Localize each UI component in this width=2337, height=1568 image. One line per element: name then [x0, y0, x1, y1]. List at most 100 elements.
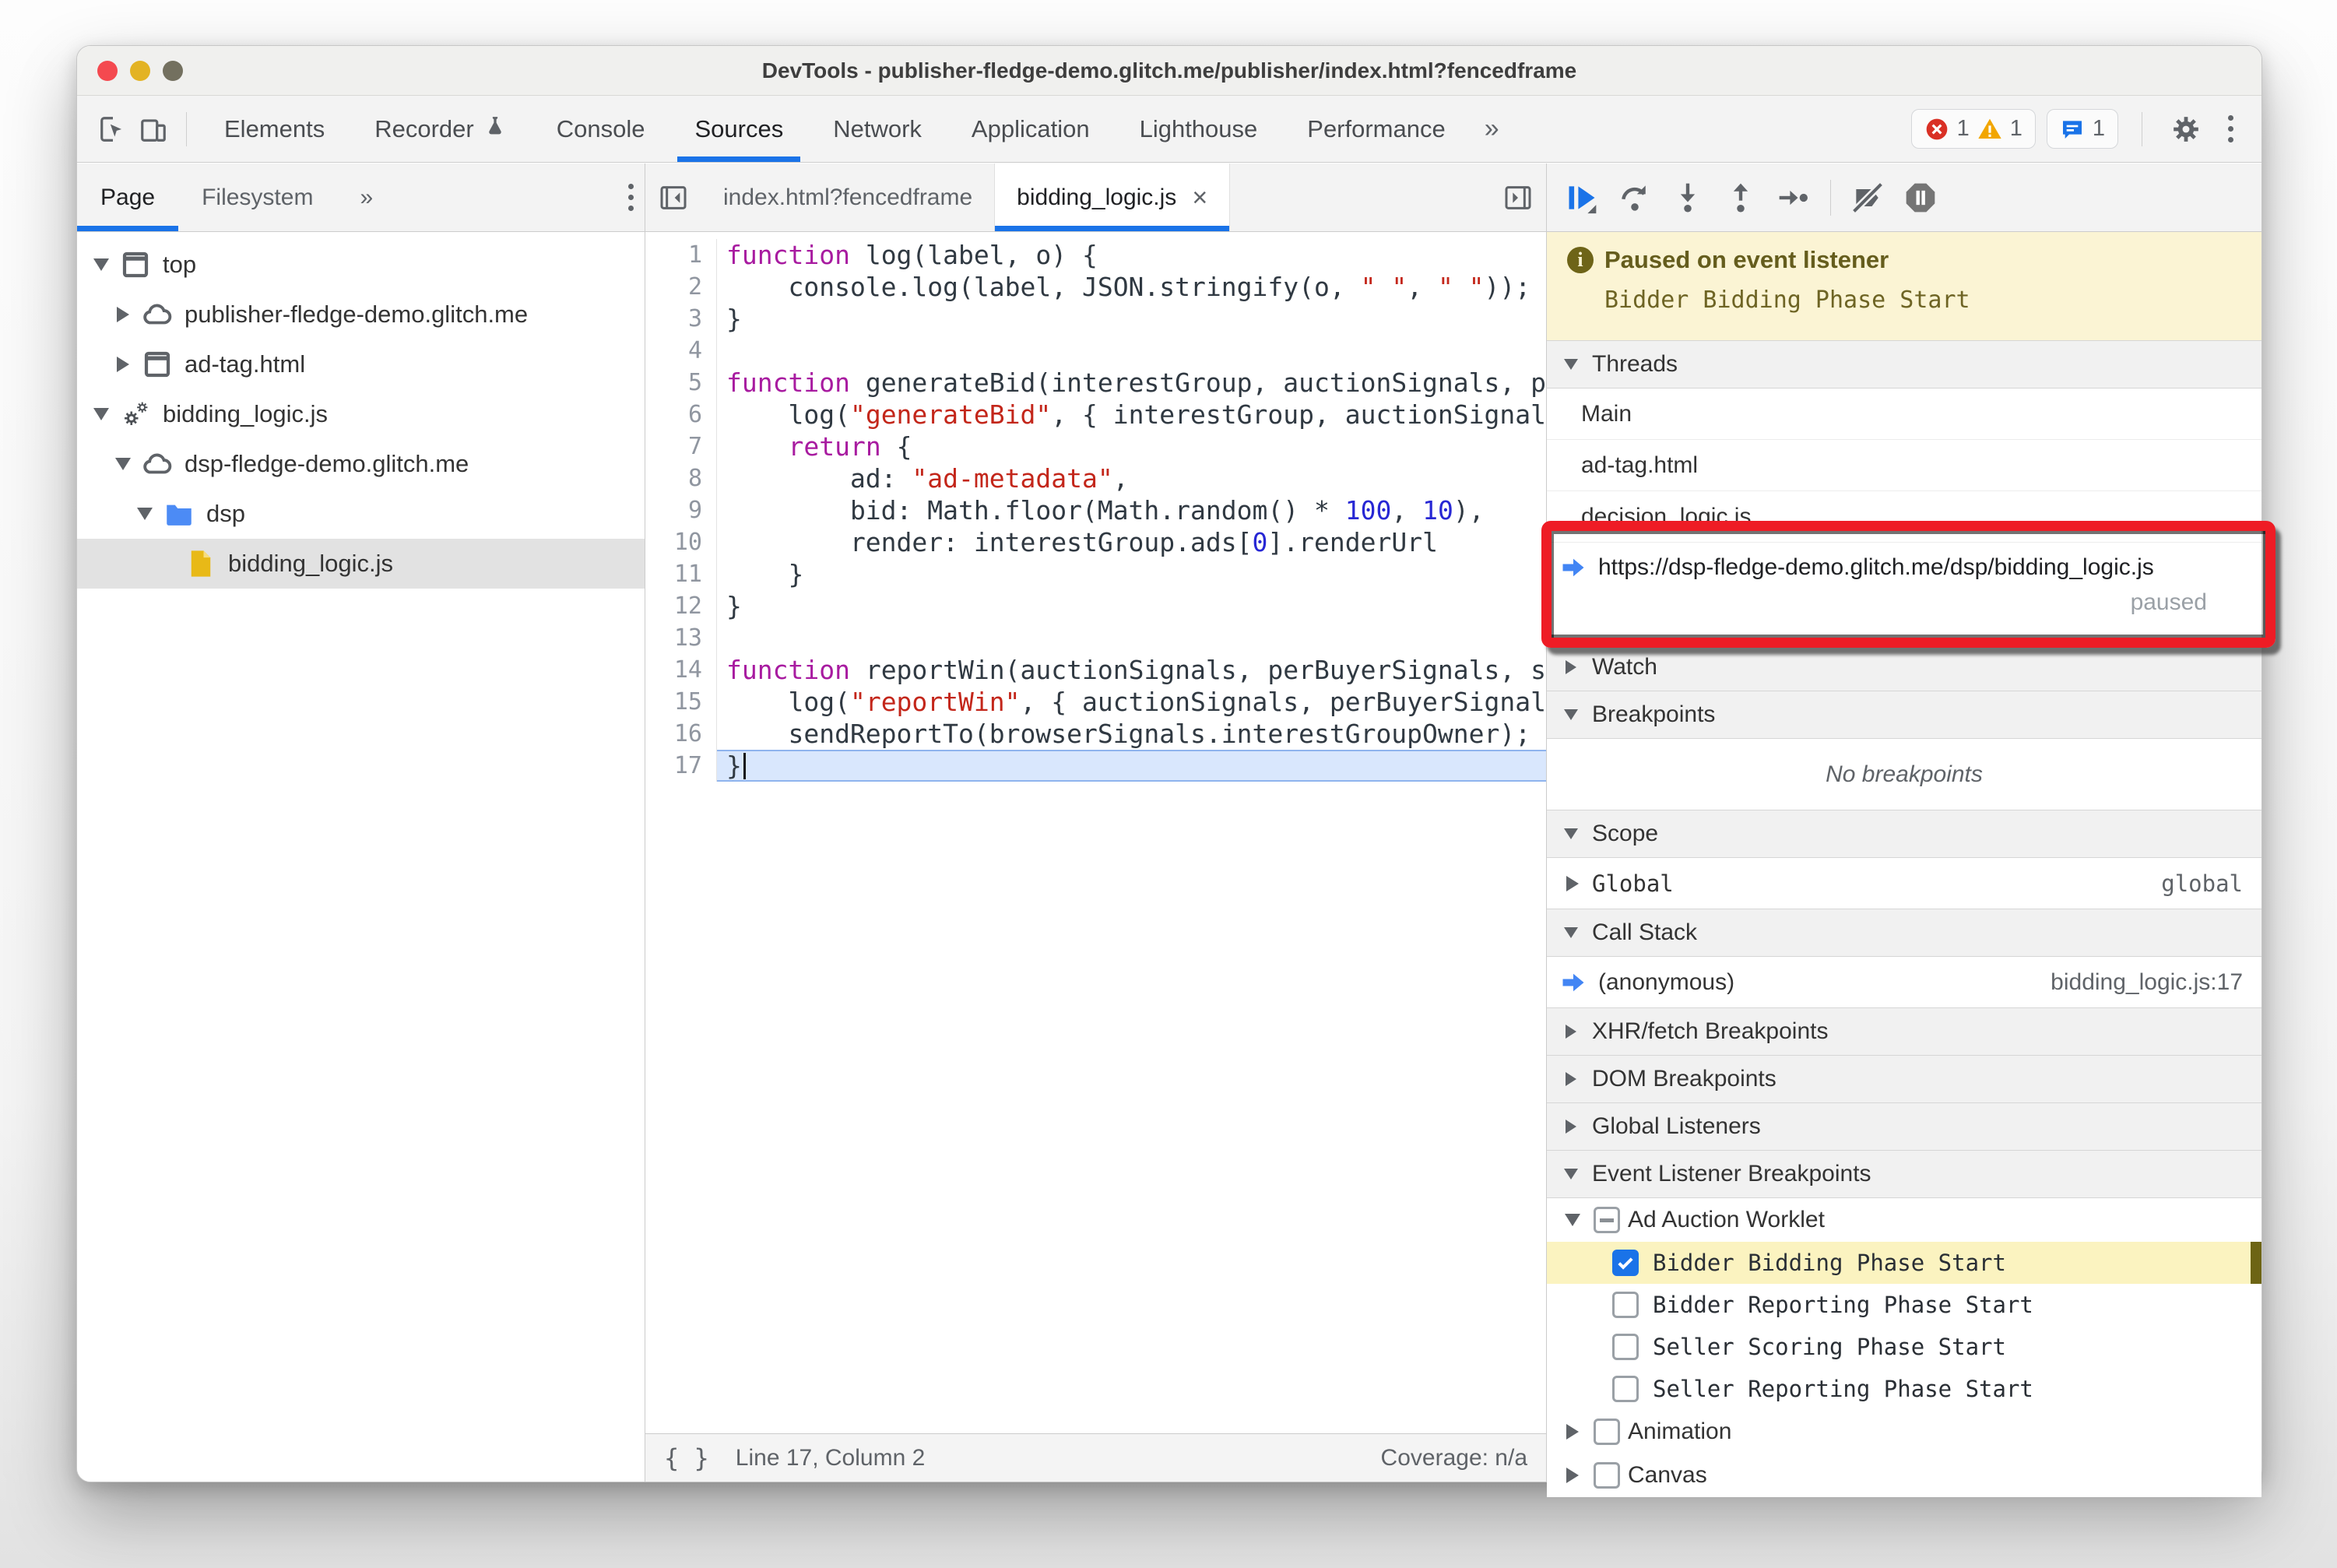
section-watch[interactable]: Watch — [1547, 643, 2261, 691]
section-call-stack[interactable]: Call Stack — [1547, 909, 2261, 957]
tree-item-bidding-logic-js[interactable]: bidding_logic.js — [77, 389, 645, 439]
section-threads[interactable]: Threads — [1547, 340, 2261, 388]
code-line-15[interactable]: 15 log("reportWin", { auctionSignals, pe… — [645, 686, 1546, 718]
editor-tab-index-html-fencedframe[interactable]: index.html?fencedframe — [701, 163, 996, 231]
elb-item-seller-reporting-phase-start[interactable]: Seller Reporting Phase Start — [1547, 1368, 2261, 1410]
code-line-16[interactable]: 16 sendReportTo(browserSignals.interestG… — [645, 718, 1546, 750]
show-debugger-icon[interactable] — [1496, 176, 1540, 220]
disclosure-triangle-icon[interactable] — [110, 357, 136, 372]
code-line-6[interactable]: 6 log("generateBid", { interestGroup, au… — [645, 399, 1546, 431]
minimize-window-button[interactable] — [130, 60, 150, 81]
disclosure-triangle-icon[interactable] — [88, 258, 114, 271]
tree-item-top[interactable]: top — [77, 240, 645, 290]
line-number[interactable]: 15 — [645, 686, 717, 718]
elb-group-ad-auction-worklet[interactable]: Ad Auction Worklet — [1547, 1198, 2261, 1242]
resume-script-icon[interactable] — [1558, 174, 1606, 222]
code-line-2[interactable]: 2 console.log(label, JSON.stringify(o, "… — [645, 271, 1546, 303]
disclosure-triangle-icon[interactable] — [1559, 1424, 1586, 1440]
code-line-7[interactable]: 7 return { — [645, 431, 1546, 462]
settings-gear-icon[interactable] — [2166, 109, 2206, 149]
code-line-17[interactable]: 17} — [645, 750, 1546, 782]
pause-on-exceptions-icon[interactable] — [1896, 174, 1945, 222]
main-tab-lighthouse[interactable]: Lighthouse — [1115, 96, 1283, 162]
checkbox-unchecked[interactable] — [1612, 1376, 1639, 1402]
navigator-menu-icon[interactable] — [617, 184, 645, 211]
section-event-listener-breakpoints[interactable]: Event Listener Breakpoints — [1547, 1150, 2261, 1198]
step-icon[interactable] — [1769, 174, 1818, 222]
line-number[interactable]: 14 — [645, 654, 717, 686]
line-number[interactable]: 5 — [645, 367, 717, 399]
thread-row[interactable]: ad-tag.html — [1547, 440, 2261, 491]
hide-navigator-icon[interactable] — [652, 176, 695, 220]
close-window-button[interactable] — [97, 60, 118, 81]
tree-item-dsp[interactable]: dsp — [77, 489, 645, 539]
tree-item-publisher-fledge-demo-glitch-me[interactable]: publisher-fledge-demo.glitch.me — [77, 290, 645, 339]
elb-item-seller-scoring-phase-start[interactable]: Seller Scoring Phase Start — [1547, 1326, 2261, 1368]
thread-row[interactable]: decision_logic.js — [1547, 491, 2261, 543]
checkbox-unchecked[interactable] — [1612, 1292, 1639, 1318]
code-line-9[interactable]: 9 bid: Math.floor(Math.random() * 100, 1… — [645, 494, 1546, 526]
disclosure-triangle-icon[interactable] — [110, 458, 136, 470]
code-line-10[interactable]: 10 render: interestGroup.ads[0].renderUr… — [645, 526, 1546, 558]
line-number[interactable]: 9 — [645, 494, 717, 526]
code-line-11[interactable]: 11 } — [645, 558, 1546, 590]
tree-item-bidding-logic-js[interactable]: bidding_logic.js — [77, 539, 645, 589]
main-tab-elements[interactable]: Elements — [199, 96, 350, 162]
line-number[interactable]: 11 — [645, 558, 717, 590]
disclosure-triangle-icon[interactable] — [1559, 1214, 1586, 1226]
line-number[interactable]: 7 — [645, 431, 717, 462]
code-line-4[interactable]: 4 — [645, 335, 1546, 367]
editor-tab-bidding-logic-js[interactable]: bidding_logic.js × — [995, 163, 1231, 231]
thread-row-current[interactable]: https://dsp-fledge-demo.glitch.me/dsp/bi… — [1541, 521, 2276, 648]
disclosure-triangle-icon[interactable] — [132, 508, 158, 520]
code-line-5[interactable]: 5 function generateBid(interestGroup, auc… — [645, 367, 1546, 399]
main-tab-sources[interactable]: Sources — [669, 96, 808, 162]
code-line-12[interactable]: 12} — [645, 590, 1546, 622]
line-number[interactable]: 1 — [645, 239, 717, 271]
code-editor[interactable]: 1 function log(label, o) {2 console.log(l… — [645, 233, 1546, 1433]
checkbox-unchecked[interactable] — [1594, 1462, 1620, 1489]
tab-page[interactable]: Page — [77, 163, 179, 231]
elb-item-bidder-reporting-phase-start[interactable]: Bidder Reporting Phase Start — [1547, 1284, 2261, 1326]
step-over-icon[interactable] — [1611, 174, 1659, 222]
main-tab-console[interactable]: Console — [532, 96, 670, 162]
line-number[interactable]: 4 — [645, 335, 717, 367]
call-stack-frame[interactable]: (anonymous) bidding_logic.js:17 — [1547, 957, 2261, 1008]
section-scope[interactable]: Scope — [1547, 810, 2261, 858]
checkbox-indeterminate[interactable] — [1594, 1207, 1620, 1233]
pretty-print-icon[interactable]: { } — [664, 1443, 709, 1473]
disclosure-triangle-icon[interactable] — [1559, 1468, 1586, 1483]
checkbox-unchecked[interactable] — [1612, 1334, 1639, 1360]
line-number[interactable]: 16 — [645, 718, 717, 750]
section-dom-breakpoints[interactable]: DOM Breakpoints — [1547, 1055, 2261, 1103]
more-options-menu-icon[interactable] — [2217, 115, 2244, 142]
inspect-element-icon[interactable] — [93, 109, 133, 149]
scope-global-row[interactable]: Global global — [1547, 858, 2261, 909]
tab-filesystem[interactable]: Filesystem — [178, 163, 336, 231]
line-number[interactable]: 10 — [645, 526, 717, 558]
close-tab-icon[interactable]: × — [1192, 185, 1207, 211]
line-number[interactable]: 17 — [645, 750, 717, 782]
section-breakpoints[interactable]: Breakpoints — [1547, 691, 2261, 739]
thread-row[interactable]: Main — [1547, 388, 2261, 440]
issues-badge[interactable]: 1 — [2046, 109, 2118, 149]
line-number[interactable]: 2 — [645, 271, 717, 303]
deactivate-breakpoints-icon[interactable] — [1843, 174, 1892, 222]
code-line-13[interactable]: 13 — [645, 622, 1546, 654]
zoom-window-button[interactable] — [163, 60, 183, 81]
main-tab-performance[interactable]: Performance — [1282, 96, 1470, 162]
more-navigator-tabs-button[interactable]: » — [336, 163, 396, 231]
elb-item-bidder-bidding-phase-start[interactable]: Bidder Bidding Phase Start — [1547, 1242, 2261, 1284]
tree-item-ad-tag-html[interactable]: ad-tag.html — [77, 339, 645, 389]
section-global-listeners[interactable]: Global Listeners — [1547, 1102, 2261, 1151]
line-number[interactable]: 12 — [645, 590, 717, 622]
line-number[interactable]: 6 — [645, 399, 717, 431]
errors-warnings-badge[interactable]: 1 1 — [1910, 109, 2036, 149]
step-into-icon[interactable] — [1664, 174, 1712, 222]
more-panels-button[interactable]: » — [1471, 114, 1513, 144]
step-out-icon[interactable] — [1717, 174, 1765, 222]
line-number[interactable]: 13 — [645, 622, 717, 654]
code-line-8[interactable]: 8 ad: "ad-metadata", — [645, 462, 1546, 494]
elb-group-canvas[interactable]: Canvas — [1547, 1454, 2261, 1497]
code-line-14[interactable]: 14 function reportWin(auctionSignals, per… — [645, 654, 1546, 686]
